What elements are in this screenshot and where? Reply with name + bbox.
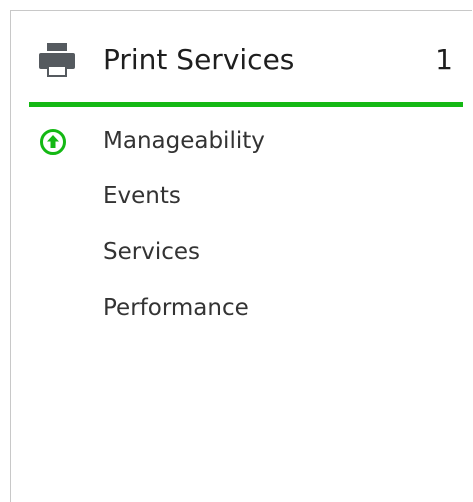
item-events[interactable]: Events (103, 182, 181, 210)
item-performance[interactable]: Performance (103, 294, 249, 322)
print-services-tile: Print Services 1 Manageability Events Se… (10, 10, 472, 502)
item-services[interactable]: Services (103, 238, 200, 266)
tile-header[interactable]: Print Services 1 (11, 11, 473, 113)
printer-icon (39, 43, 75, 77)
arrow-up-circle-icon (40, 129, 66, 155)
status-bar (29, 102, 463, 107)
item-manageability[interactable]: Manageability (103, 127, 265, 155)
tile-count[interactable]: 1 (435, 44, 453, 76)
tile-title: Print Services (103, 43, 295, 76)
